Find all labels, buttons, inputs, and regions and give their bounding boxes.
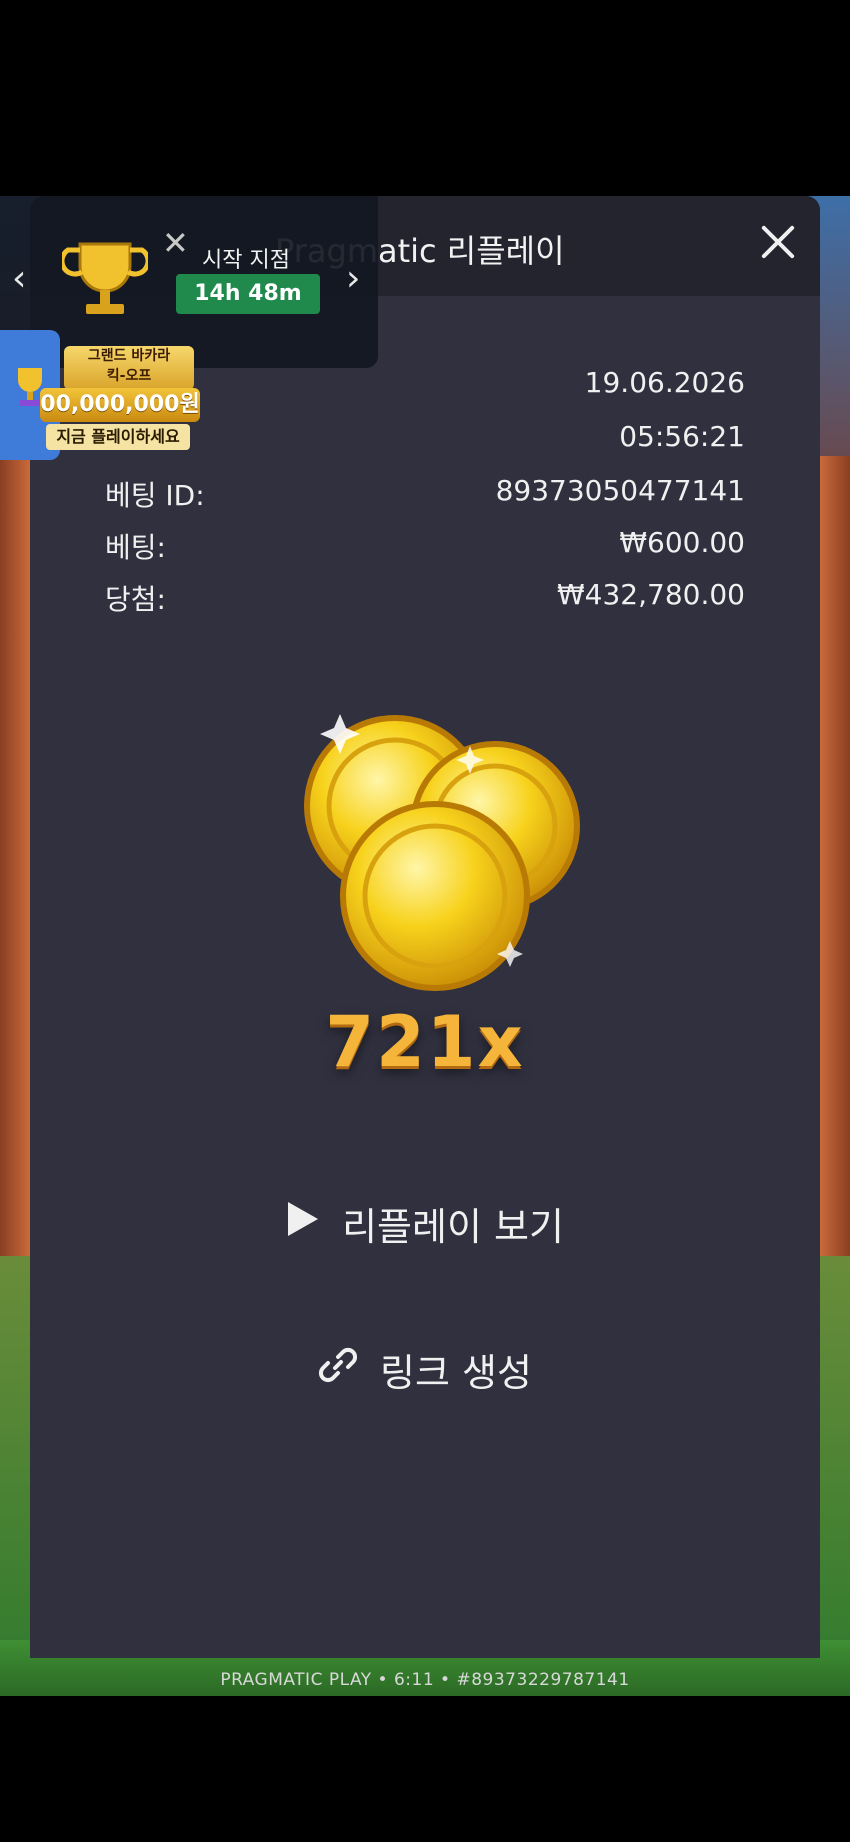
watch-replay-button[interactable]: 리플레이 보기 [30,1196,820,1256]
promo-title: 그랜드 바카라 킥-오프 [64,346,194,390]
chevron-right-icon[interactable]: › [346,258,360,299]
win-multiplier: 721x [325,1001,525,1083]
time-value: 05:56:21 [619,420,745,453]
win-value: ₩432,780.00 [556,578,745,611]
promo-banner[interactable]: 그랜드 바카라 킥-오프 00,000,000원 지금 플레이하세요 [40,340,200,450]
promo-title-line1: 그랜드 바카라 [87,348,171,364]
bet-label: 베팅: [105,531,166,564]
chevron-left-icon[interactable]: ‹ [12,258,26,299]
wood-frame-right [820,456,850,1256]
time-row: 05:56:21 [105,420,745,460]
gold-coins-icon [304,714,580,991]
bet-id-value: 89373050477141 [495,474,745,507]
link-icon [318,1345,358,1394]
wood-frame-left [0,456,30,1256]
create-link-button[interactable]: 링크 생성 [30,1342,820,1402]
close-button[interactable] [754,218,802,266]
game-footer-text: PRAGMATIC PLAY • 6:11 • #89373229787141 [220,1670,630,1690]
trophy-icon [62,242,148,314]
tournament-timer: 14h 48m [176,274,320,314]
win-row: 당첨: ₩432,780.00 [105,578,745,618]
promo-amount: 00,000,000원 [40,388,200,422]
watch-replay-label: 리플레이 보기 [342,1205,564,1249]
tournament-start-label: 시작 지점 [202,248,290,273]
promo-play-now: 지금 플레이하세요 [46,424,190,450]
create-link-label: 링크 생성 [380,1351,532,1395]
date-row: 19.06.2026 [105,366,745,406]
bet-id-label: 베팅 ID: [105,479,205,512]
bet-id-row: 베팅 ID: 89373050477141 [105,474,745,514]
promo-title-line2: 킥-오프 [106,368,152,384]
bet-value: ₩600.00 [619,526,745,559]
play-icon [286,1200,320,1247]
bet-row: 베팅: ₩600.00 [105,526,745,566]
close-tournament-icon[interactable]: ✕ [162,224,189,262]
win-label: 당첨: [105,583,166,616]
date-value: 19.06.2026 [584,366,745,399]
